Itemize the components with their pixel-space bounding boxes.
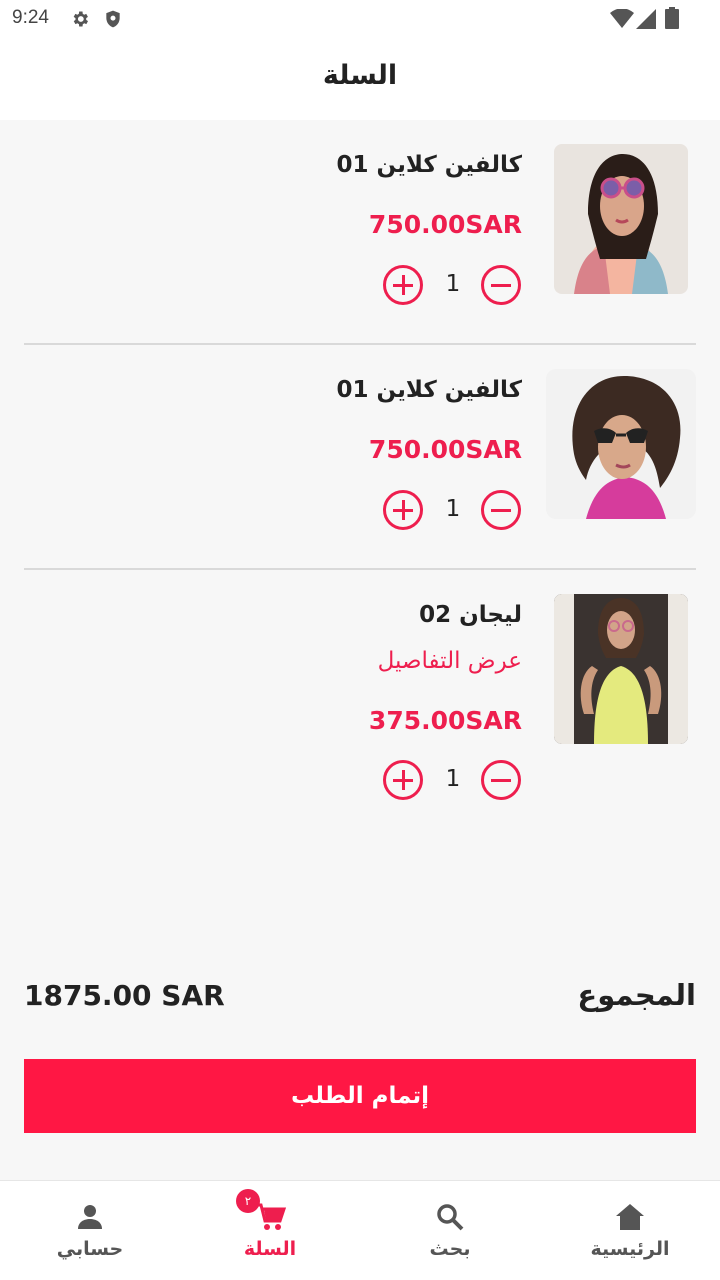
status-time: 9:24 [12, 7, 49, 28]
checkout-button[interactable]: إتمام الطلب [24, 1059, 696, 1133]
battery-icon [665, 7, 679, 29]
signal-icon [636, 9, 656, 29]
minus-icon [491, 508, 511, 512]
product-price: 750.00SAR [368, 435, 522, 464]
home-icon [616, 1204, 644, 1230]
shield-icon [106, 10, 120, 28]
decrease-quantity-button[interactable] [481, 265, 521, 305]
item-divider [24, 343, 696, 345]
product-price: 375.00SAR [368, 706, 522, 735]
page-title: السلة [322, 60, 398, 91]
nav-item-account[interactable]: حسابي [0, 1181, 180, 1280]
total-label: المجموع [577, 978, 696, 1012]
nav-label-search: بحث [429, 1238, 471, 1260]
product-name: ليجان 02 [419, 602, 522, 628]
nav-label-account: حسابي [56, 1238, 124, 1260]
product-name: كالفين كلاين 01 [336, 152, 523, 178]
nav-label-home: الرئيسية [590, 1238, 670, 1260]
person-icon [78, 1205, 102, 1229]
minus-icon [491, 778, 511, 782]
cart-item: كالفين كلاين 01 750.00SAR 1 [24, 369, 696, 549]
status-bar: 9:24 [0, 0, 720, 38]
product-image[interactable] [554, 594, 688, 744]
nav-item-search[interactable]: بحث [360, 1181, 540, 1280]
decrease-quantity-button[interactable] [481, 490, 521, 530]
search-icon [437, 1204, 464, 1231]
quantity-value: 1 [445, 496, 461, 522]
settings-icon [73, 11, 88, 27]
item-divider [24, 568, 696, 570]
product-name: كالفين كلاين 01 [336, 377, 523, 403]
bottom-navigation: حسابي ٢ السلة بحث الرئيسية [0, 1180, 720, 1280]
product-image[interactable] [554, 144, 688, 294]
decrease-quantity-button[interactable] [481, 760, 521, 800]
cart-item: كالفين كلاين 01 750.00SAR 1 [24, 144, 696, 324]
wifi-icon [610, 9, 634, 28]
product-price: 750.00SAR [368, 210, 522, 239]
quantity-value: 1 [445, 766, 461, 792]
minus-icon [491, 283, 511, 287]
view-details-link[interactable]: عرض التفاصيل [378, 648, 522, 674]
increase-quantity-button[interactable] [383, 760, 423, 800]
increase-quantity-button[interactable] [383, 490, 423, 530]
cart-badge: ٢ [236, 1189, 260, 1213]
product-image[interactable] [546, 369, 696, 519]
cart-item: ليجان 02 عرض التفاصيل 375.00SAR 1 [24, 594, 696, 814]
nav-label-cart: السلة [243, 1238, 297, 1260]
nav-item-cart[interactable]: ٢ السلة [180, 1181, 360, 1280]
total-value: 1875.00 SAR [24, 979, 225, 1012]
nav-item-home[interactable]: الرئيسية [540, 1181, 720, 1280]
app-bar: السلة [0, 38, 720, 120]
increase-quantity-button[interactable] [383, 265, 423, 305]
quantity-value: 1 [445, 271, 461, 297]
